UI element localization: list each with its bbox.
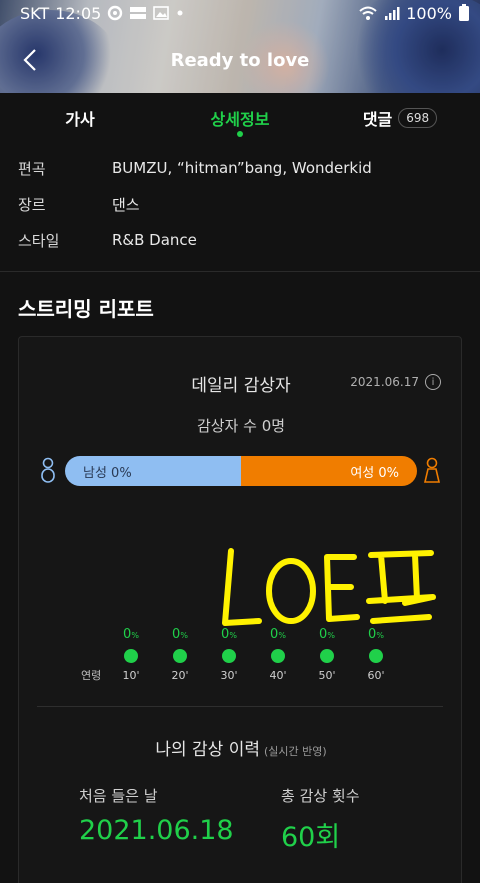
streaming-report-title: 스트리밍 리포트 [18,297,154,321]
age-column: 0% 20' [160,627,200,682]
kakaotalk-icon [107,5,123,21]
age-column: 0% 10' [111,627,151,682]
info-icon[interactable]: i [425,374,441,390]
card-divider [37,706,443,707]
total-plays-value: 60회 [281,822,341,853]
tab-label: 상세정보 [210,110,270,129]
tab-comments[interactable]: 댓글 698 [320,93,480,143]
female-icon [423,457,441,485]
age-group-label: 50' [318,669,336,682]
male-segment: 남성 0% [65,456,241,486]
page-title: Ready to love [170,49,310,71]
age-axis-label: 연령 [81,669,102,682]
age-percent: 0% [221,627,237,642]
age-group-label: 20' [171,669,189,682]
dot-icon [175,8,185,18]
female-label: 여성 0% [350,465,399,481]
age-group-label: 60' [367,669,385,682]
info-value: BUMZU, “hitman”bang, Wonderkid [112,159,372,177]
info-key: 편곡 [18,159,46,178]
wifi-icon [358,5,378,21]
back-button[interactable] [16,46,44,74]
age-column: 0% 30' [209,627,249,682]
clock: 12:05 [55,3,102,23]
age-column: 0% 50' [307,627,347,682]
report-date-text: 2021.06.17 [350,375,419,389]
active-tab-indicator [237,131,243,137]
battery-icon [458,4,470,22]
age-percent: 0% [319,627,335,642]
info-row-genre: 장르 댄스 [0,186,480,222]
listener-count: 감상자 수 0명 [196,417,286,435]
info-value: 댄스 [112,195,140,214]
age-column: 0% 40' [258,627,298,682]
image-icon [153,6,170,20]
gender-ratio: 남성 0% 여성 0% [19,453,463,487]
battery-percent: 100% [406,3,452,23]
top-app-bar: Ready to love [0,34,480,86]
age-percent: 0% [368,627,384,642]
gender-bar: 남성 0% 여성 0% [65,456,417,486]
male-label: 남성 0% [83,465,132,481]
age-group-label: 40' [269,669,287,682]
info-value: R&B Dance [112,231,197,249]
chevron-left-icon [23,49,36,71]
female-segment: 여성 0% [241,456,417,486]
listening-history-title: 나의 감상 이력 (실시간 반영) [155,740,327,760]
age-dot [173,649,187,663]
age-percent: 0% [172,627,188,642]
realtime-note: (실시간 반영) [263,745,327,758]
tab-label: 댓글 [362,110,393,129]
signal-icon [384,5,400,21]
handwritten-signature [222,548,436,626]
age-percent: 0% [270,627,286,642]
carrier-label: SKT [20,3,50,23]
first-listen-label: 처음 들은 날 [79,787,158,805]
age-dot [124,649,138,663]
streaming-report-card: 데일리 감상자 2021.06.17 i 감상자 수 0명 남성 0% 여성 0… [18,336,462,883]
age-dot [271,649,285,663]
jtbc-now-icon [129,5,147,21]
age-group-label: 30' [220,669,238,682]
detail-tabs: 가사 상세정보 댓글 698 [0,93,480,143]
age-dot [369,649,383,663]
male-icon [39,457,57,485]
report-date: 2021.06.17 i [350,374,441,390]
info-row-arrangement: 편곡 BUMZU, “hitman”bang, Wonderkid [0,150,480,186]
status-bar: SKT 12:05 100% [0,0,480,26]
age-column: 0% 60' [356,627,396,682]
section-divider [0,271,480,272]
info-key: 스타일 [18,231,60,250]
comment-count-badge: 698 [398,108,438,128]
info-row-style: 스타일 R&B Dance [0,222,480,258]
song-info-list: 편곡 BUMZU, “hitman”bang, Wonderkid 장르 댄스 … [0,150,480,258]
info-key: 장르 [18,195,46,214]
tab-lyrics[interactable]: 가사 [0,93,160,143]
tab-label: 가사 [65,110,95,129]
age-dot [222,649,236,663]
first-listen-date: 2021.06.18 [79,815,234,846]
total-plays-label: 총 감상 횟수 [281,787,360,805]
age-group-label: 10' [122,669,140,682]
tab-details[interactable]: 상세정보 [160,93,320,143]
age-dot [320,649,334,663]
age-distribution: 연령 0% 10' 0% 20' 0% 30' 0% 40' 0% 50' 0% [19,627,463,687]
age-percent: 0% [123,627,139,642]
